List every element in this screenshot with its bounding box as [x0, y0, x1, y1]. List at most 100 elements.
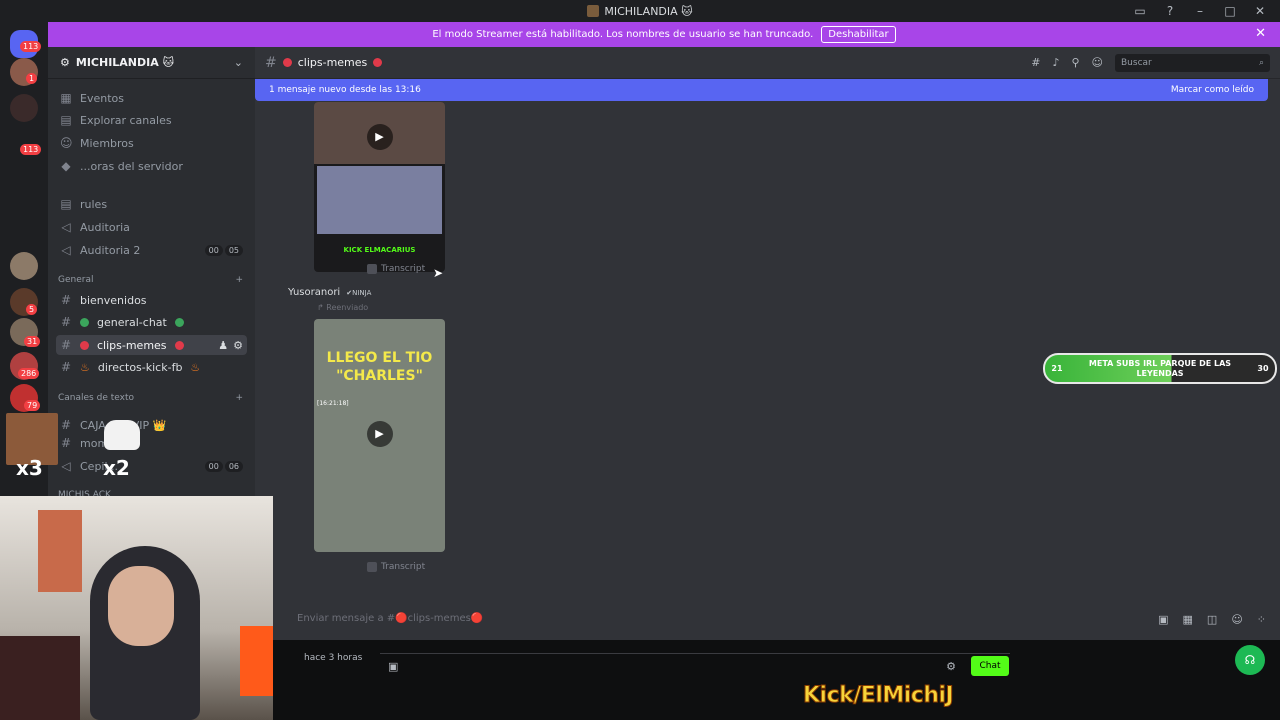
channel-caja-vip[interactable]: #CAJA D... VIP 👑	[56, 415, 247, 435]
settings-gear-icon[interactable]: ⚙	[233, 339, 243, 352]
channel-label: bienvenidos	[80, 293, 147, 307]
store-icon[interactable]: ▣	[388, 660, 398, 673]
skull-icon	[104, 420, 140, 450]
play-icon[interactable]: ▶	[366, 124, 393, 150]
hash-icon: #	[265, 54, 277, 71]
video-caption: LLEGO EL TIO "CHARLES"	[326, 350, 433, 384]
minimize-button[interactable]: –	[1188, 4, 1212, 18]
transcript-label: Transcript	[381, 562, 426, 572]
transcript-label: Transcript	[381, 264, 426, 274]
server-icon[interactable]	[10, 252, 38, 280]
sticker-icon[interactable]: ◫	[1207, 613, 1217, 626]
add-channel-icon[interactable]: +	[235, 275, 243, 285]
brand-logo-text: Kick/ElMichiJ	[802, 683, 954, 709]
close-banner-icon[interactable]: ✕	[1255, 26, 1266, 41]
unread-badge: 286	[18, 368, 40, 379]
transcript-button[interactable]: Transcript	[367, 264, 425, 274]
hash-icon: #	[60, 360, 72, 374]
video-attachment[interactable]: LLEGO EL TIO "CHARLES" [16:21:18] ▶	[314, 319, 445, 552]
channel-label: directos-kick-fb	[97, 360, 183, 374]
new-messages-bar[interactable]: 1 mensaje nuevo desde las 13:16 Marcar c…	[255, 79, 1268, 101]
unread-badge: 79	[24, 400, 41, 411]
hash-icon: #	[60, 436, 72, 450]
channel-label: Auditoria 2	[80, 243, 141, 257]
webcam-chair	[0, 636, 80, 720]
add-channel-icon[interactable]: +	[235, 393, 243, 403]
member-list-icon[interactable]: ☺	[1092, 56, 1103, 69]
sidebar-item-members[interactable]: ☺ Miembros	[56, 133, 247, 153]
hash-icon: #	[60, 315, 72, 329]
gif-icon[interactable]: ▦	[1183, 613, 1193, 626]
channel-mom[interactable]: # mom...	[56, 433, 247, 453]
transcript-icon	[367, 562, 377, 572]
channel-title: clips-memes	[297, 56, 368, 69]
multiplier-x3: x3	[16, 456, 43, 480]
server-icon[interactable]	[10, 94, 38, 122]
message-author[interactable]: Yusoranori ✔NINJA	[288, 287, 371, 298]
video-attachment[interactable]: ▶ KICK ELMACARIUS	[314, 102, 445, 272]
webcam-overlay	[0, 496, 273, 720]
members-icon: ☺	[60, 136, 73, 150]
window-titlebar: MICHILANDIA 🐱 ▭ ? – □ ✕	[0, 0, 1280, 22]
author-name[interactable]: Yusoranori	[288, 287, 340, 298]
sidebar-item-browse[interactable]: ▤ Explorar canales	[56, 110, 247, 130]
channel-rules[interactable]: ▤ rules	[56, 194, 247, 214]
inbox-icon[interactable]: ▭	[1128, 4, 1152, 18]
search-placeholder: Buscar	[1121, 57, 1152, 68]
unread-badge: 113	[20, 41, 42, 52]
speaker-icon: ◁	[61, 459, 71, 473]
transcript-icon	[367, 264, 377, 274]
channel-auditoria[interactable]: ◁ Auditoria	[56, 217, 247, 237]
disable-streamer-button[interactable]: Deshabilitar	[821, 26, 896, 43]
window-controls: ▭ ? – □ ✕	[1128, 0, 1280, 22]
search-input[interactable]: Buscar ⌕	[1115, 53, 1270, 72]
channel-general-chat[interactable]: # general-chat	[56, 312, 247, 332]
channel-label: clips-memes	[97, 338, 167, 352]
channel-cepil[interactable]: ◁ Cepil... 00 06	[56, 456, 247, 476]
unread-badge: 113	[20, 144, 42, 155]
forwarded-text: Reenviado	[326, 303, 369, 312]
search-icon: ⌕	[1258, 57, 1264, 68]
gift-icon[interactable]: ▣	[1158, 613, 1168, 626]
window-title-text: MICHILANDIA 🐱	[604, 4, 693, 18]
hash-icon: #	[60, 293, 72, 307]
transcript-button[interactable]: Transcript	[367, 562, 425, 572]
sidebar-item-label: Miembros	[80, 136, 134, 150]
help-icon[interactable]: ?	[1158, 4, 1182, 18]
support-icon[interactable]: ☊	[1235, 645, 1265, 675]
unread-badge: 1	[26, 73, 38, 84]
category-general[interactable]: General +	[58, 275, 243, 285]
emoji-icon[interactable]: ☺	[1231, 613, 1242, 626]
threads-icon[interactable]: #	[1031, 56, 1040, 69]
red-circle-icon	[373, 58, 383, 67]
green-circle-icon	[80, 317, 89, 327]
maximize-button[interactable]: □	[1218, 4, 1242, 18]
settings-gear-icon[interactable]: ⚙	[946, 660, 956, 673]
channel-bienvenidos[interactable]: # bienvenidos	[56, 290, 247, 310]
server-header[interactable]: ⚙ MICHILANDIA 🐱 ⌄	[48, 47, 255, 79]
sidebar-item-events[interactable]: ▦ Eventos	[56, 88, 247, 108]
play-icon[interactable]: ▶	[366, 421, 393, 447]
close-window-button[interactable]: ✕	[1248, 4, 1272, 18]
pin-icon[interactable]: ⚲	[1071, 56, 1079, 69]
hash-icon: #	[60, 338, 72, 352]
mark-as-read-button[interactable]: Marcar como leído	[1171, 85, 1254, 95]
apps-icon[interactable]: ⁘	[1257, 613, 1266, 626]
invite-icon[interactable]: ♟	[218, 339, 228, 352]
sidebar-item-server-boosts[interactable]: ◆ ...oras del servidor	[56, 156, 247, 176]
subs-goal-bar: 21 META SUBS IRL PARQUE DE LAS LEYENDAS …	[1043, 353, 1277, 384]
goal-target: 30	[1257, 364, 1269, 373]
sidebar-item-label: Explorar canales	[80, 113, 172, 127]
channel-auditoria-2[interactable]: ◁ Auditoria 2 00 05	[56, 240, 247, 260]
bell-icon[interactable]: ♪	[1052, 56, 1059, 69]
video-timestamp: [16:21:18]	[317, 400, 349, 407]
channel-clips-memes[interactable]: # clips-memes ♟ ⚙	[56, 335, 247, 355]
channel-directos-kick-fb[interactable]: # ♨ directos-kick-fb ♨	[56, 357, 247, 377]
chat-button[interactable]: Chat	[971, 656, 1009, 676]
voice-count-pill: 00	[204, 244, 223, 256]
category-text-channels[interactable]: Canales de texto +	[58, 393, 243, 403]
video-thumbnail	[317, 166, 442, 234]
streamer-banner-text: El modo Streamer está habilitado. Los no…	[432, 29, 814, 40]
message-composer[interactable]: Enviar mensaje a #🔴clips-memes🔴	[263, 607, 1273, 629]
channel-label: general-chat	[97, 315, 167, 329]
